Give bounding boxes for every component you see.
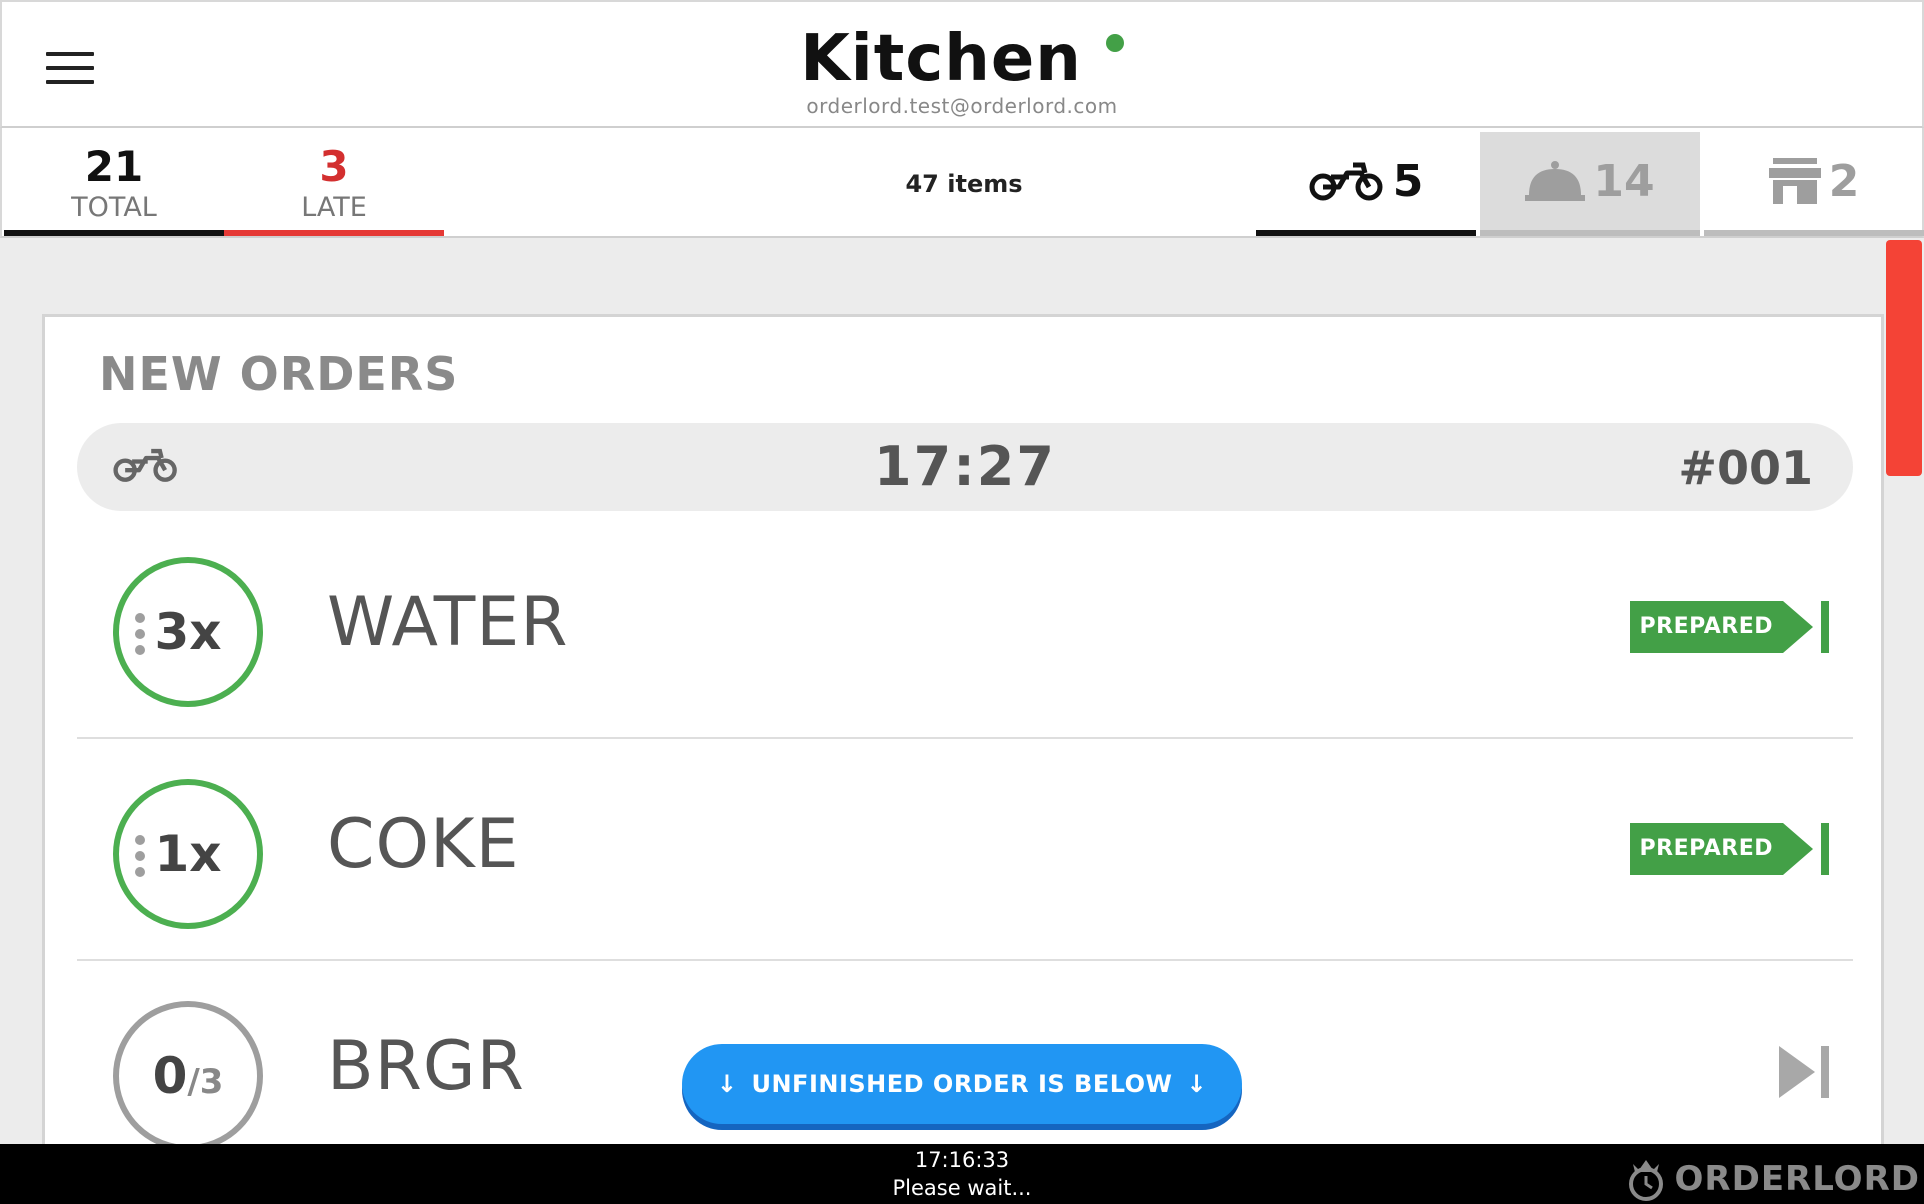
- unfinished-order-button[interactable]: ↓ UNFINISHED ORDER IS BELOW ↓: [682, 1044, 1242, 1124]
- prepared-label: PREPARED: [1629, 823, 1783, 875]
- item-name: BRGR: [327, 1027, 525, 1106]
- item-quantity-circle[interactable]: 3x: [113, 557, 263, 707]
- order-item-row[interactable]: 3x WATER PREPARED: [77, 517, 1853, 739]
- brand-name: ORDERLORD: [1674, 1159, 1920, 1199]
- takeaway-count: 2: [1828, 155, 1860, 207]
- total-count: 21: [84, 142, 144, 191]
- order-time: 17:27: [874, 435, 1056, 498]
- scrollbar-thumb[interactable]: [1886, 240, 1922, 476]
- tab-delivery[interactable]: 5: [1256, 132, 1476, 236]
- app-header: Kitchen orderlord.test@orderlord.com: [0, 0, 1924, 128]
- delivery-count: 5: [1392, 155, 1424, 207]
- order-item-row[interactable]: 1x COKE PREPARED: [77, 739, 1853, 961]
- storefront-icon: [1768, 158, 1821, 204]
- arrow-down-icon: ↓: [716, 1070, 738, 1098]
- late-label: LATE: [301, 192, 367, 223]
- tab-takeaway[interactable]: 2: [1704, 132, 1924, 236]
- tab-late[interactable]: 3 LATE: [224, 128, 444, 236]
- drag-handle-icon[interactable]: [135, 835, 145, 883]
- prepared-label: PREPARED: [1629, 601, 1783, 653]
- crown-clock-icon: [1628, 1160, 1663, 1201]
- food-cloche-icon: [1525, 161, 1586, 201]
- item-total-count: /3: [187, 1062, 224, 1102]
- play-icon: [1779, 1046, 1815, 1098]
- order-header[interactable]: 17:27 #001: [77, 423, 1853, 511]
- stats-bar: 21 TOTAL 3 LATE 47 items 5 14 2: [0, 128, 1924, 238]
- unfinished-order-label: UNFINISHED ORDER IS BELOW: [751, 1070, 1173, 1098]
- item-progress: 0/3: [153, 1047, 224, 1105]
- account-email: orderlord.test@orderlord.com: [806, 94, 1118, 118]
- status-footer: 17:16:33 Please wait... ORDERLORD: [0, 1144, 1924, 1204]
- dinein-count: 14: [1593, 155, 1655, 207]
- items-count: 47 items: [905, 170, 1023, 198]
- section-title: NEW ORDERS: [99, 347, 459, 401]
- arrow-right-icon: [1783, 601, 1813, 653]
- tab-dinein[interactable]: 14: [1480, 132, 1700, 236]
- item-quantity: 1x: [154, 825, 222, 883]
- title-area: Kitchen: [2, 22, 1922, 96]
- prepared-button[interactable]: PREPARED: [1629, 601, 1829, 653]
- item-done-count: 0: [152, 1047, 188, 1105]
- brand-logo: ORDERLORD: [1623, 1156, 1920, 1202]
- skip-to-end-button[interactable]: [1779, 1045, 1829, 1099]
- end-bar-icon: [1821, 1046, 1829, 1098]
- online-status-dot: [1105, 34, 1124, 52]
- item-quantity-circle[interactable]: 1x: [113, 779, 263, 929]
- arrow-down-icon: ↓: [1186, 1070, 1208, 1098]
- late-count: 3: [319, 142, 349, 191]
- end-bar-icon: [1821, 601, 1829, 653]
- tab-total[interactable]: 21 TOTAL: [4, 128, 224, 236]
- order-number: #001: [1678, 441, 1813, 495]
- page-title: Kitchen: [800, 22, 1082, 96]
- item-name: WATER: [327, 583, 569, 662]
- item-name: COKE: [327, 805, 520, 884]
- prepared-button[interactable]: PREPARED: [1629, 823, 1829, 875]
- drag-handle-icon[interactable]: [135, 613, 145, 661]
- item-quantity: 3x: [154, 603, 222, 661]
- item-quantity-circle[interactable]: 0/3: [113, 1001, 263, 1151]
- total-label: TOTAL: [71, 192, 157, 223]
- arrow-right-icon: [1783, 823, 1813, 875]
- end-bar-icon: [1821, 823, 1829, 875]
- scooter-icon: [1309, 162, 1383, 201]
